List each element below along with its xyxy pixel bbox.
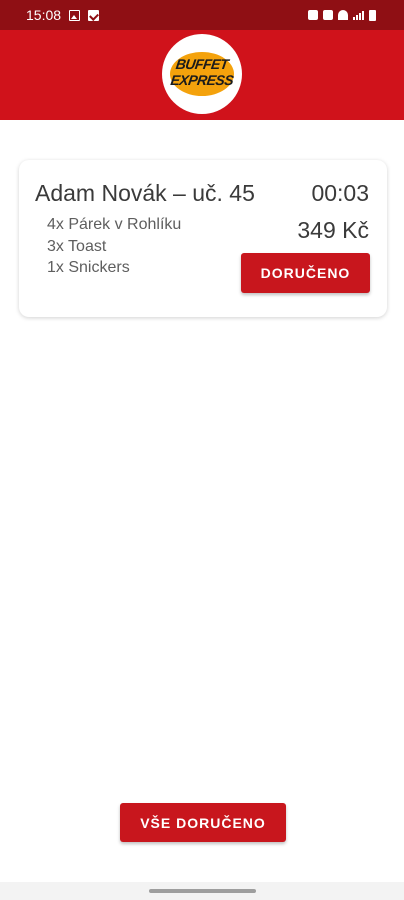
buffet-express-logo: BUFFET EXPRESS bbox=[162, 34, 242, 114]
order-customer: Adam Novák – uč. 45 bbox=[35, 180, 255, 206]
order-card: Adam Novák – uč. 45 00:03 4x Párek v Roh… bbox=[19, 160, 387, 317]
status-right bbox=[308, 9, 376, 21]
status-left: 15:08 bbox=[26, 7, 100, 23]
delivered-button[interactable]: DORUČENO bbox=[241, 253, 370, 293]
battery-icon bbox=[369, 9, 376, 21]
status-bar: 15:08 bbox=[0, 0, 404, 30]
order-item: 1x Snickers bbox=[47, 259, 130, 276]
check-icon bbox=[88, 9, 100, 21]
alarm-icon bbox=[308, 10, 318, 20]
logo-text-line1: BUFFET bbox=[174, 56, 230, 72]
all-delivered-button[interactable]: VŠE DORUČENO bbox=[120, 803, 286, 842]
navigation-bar bbox=[0, 882, 404, 900]
status-time: 15:08 bbox=[26, 7, 62, 23]
order-time: 00:03 bbox=[311, 180, 369, 206]
home-gesture-handle[interactable] bbox=[149, 889, 256, 893]
order-item: 4x Párek v Rohlíku bbox=[47, 216, 182, 233]
order-item: 3x Toast bbox=[47, 237, 107, 255]
app-bar: BUFFET EXPRESS bbox=[0, 30, 404, 120]
order-items-list: 4x Párek v Rohlíku 3x Toast 1x Snickers bbox=[47, 214, 181, 279]
order-price: 349 Kč bbox=[297, 217, 369, 243]
mute-icon bbox=[323, 10, 333, 20]
logo-text-line2: EXPRESS bbox=[169, 72, 235, 88]
image-icon bbox=[69, 9, 81, 21]
wifi-icon bbox=[338, 10, 348, 20]
signal-icon bbox=[353, 10, 364, 20]
